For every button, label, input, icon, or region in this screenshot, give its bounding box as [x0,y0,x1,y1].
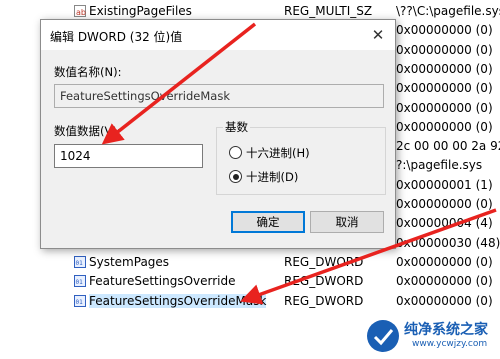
registry-row-type: REG_DWORD [284,293,364,308]
registry-row-data: ?:\pagefile.sys [396,158,483,173]
watermark-logo-icon [367,320,399,352]
binary-value-icon: 01 [74,294,86,307]
registry-row-name: ExistingPageFiles [89,4,192,18]
registry-row-data: 0x00000001 (1) [396,177,493,192]
value-data-label: 数值数据(V): [54,124,121,138]
value-data-text: 1024 [60,149,91,163]
svg-text:01: 01 [76,299,84,306]
value-name-text: FeatureSettingsOverrideMask [60,89,231,103]
registry-row-data: 0x00000000 (0) [396,100,493,115]
string-value-icon: ab [74,5,86,17]
base-groupbox: 基数 十六进制(H) 十进制(D) [216,119,386,195]
registry-row-type: REG_DWORD [284,254,364,269]
registry-row[interactable]: 01 SystemPages REG_DWORD 0x00000000 (0) [0,253,500,272]
decimal-radio-label[interactable]: 十进制(D) [246,169,298,185]
registry-row-type: REG_DWORD [284,274,364,289]
registry-row-data: 0x00000000 (0) [396,197,493,211]
registry-row-type: REG_MULTI_SZ [284,4,373,18]
registry-row-data: 0x00000000 (0) [396,119,493,134]
registry-row-data: 2c 00 00 00 2a 92 00 [396,139,500,154]
value-data-input[interactable]: 1024 [54,144,203,168]
cancel-button[interactable]: 取消 [310,211,384,233]
svg-text:ab: ab [76,8,86,17]
registry-row-data: 0x00000000 (0) [396,293,493,308]
svg-text:01: 01 [76,279,84,286]
value-name-label: 数值名称(N): [54,65,122,79]
registry-row-data: 0x00000000 (0) [396,61,493,76]
registry-row-data: 0x00000000 (0) [396,274,493,289]
hex-radio-label[interactable]: 十六进制(H) [246,145,310,161]
registry-row-data: 0x00000030 (48) [396,235,500,250]
registry-row[interactable]: 01 FeatureSettingsOverrideMask REG_DWORD 0x… [0,292,500,311]
value-name-field: FeatureSettingsOverrideMask [54,84,384,108]
binary-value-icon: 01 [74,275,86,288]
registry-row-data: 0x00000000 (0) [396,23,493,38]
decimal-radio[interactable] [229,170,242,183]
registry-row-data: \??\C:\pagefile.sys [396,4,500,18]
watermark: 纯净系统之家 www.ycwjzy.com [364,317,496,355]
binary-value-icon: 01 [74,255,86,268]
dialog-title: 编辑 DWORD (32 位)值 [50,30,183,44]
svg-text:01: 01 [76,260,84,267]
registry-row-data: 0x00000004 (4) [396,216,493,231]
ok-button[interactable]: 确定 [231,211,305,233]
base-label: 基数 [223,119,250,135]
registry-row[interactable]: 01 FeatureSettingsOverride REG_DWORD 0x0000… [0,272,500,291]
watermark-url: www.ycwjzy.com [412,339,488,349]
registry-row-data: 0x00000000 (0) [396,81,493,96]
registry-row-data: 0x00000000 (0) [396,254,493,269]
close-icon[interactable]: ✕ [367,24,389,46]
registry-row-name: FeatureSettingsOverride [89,274,236,289]
dialog-titlebar: 编辑 DWORD (32 位)值 ✕ [41,20,395,50]
watermark-text: 纯净系统之家 [404,322,488,338]
registry-row-data: 0x00000000 (0) [396,42,493,57]
hex-radio[interactable] [229,146,242,159]
registry-row-name: SystemPages [89,254,170,269]
registry-row-name: FeatureSettingsOverrideMask [89,293,267,308]
edit-dword-dialog: 编辑 DWORD (32 位)值 ✕ 数值名称(N): FeatureSetti… [40,19,396,249]
